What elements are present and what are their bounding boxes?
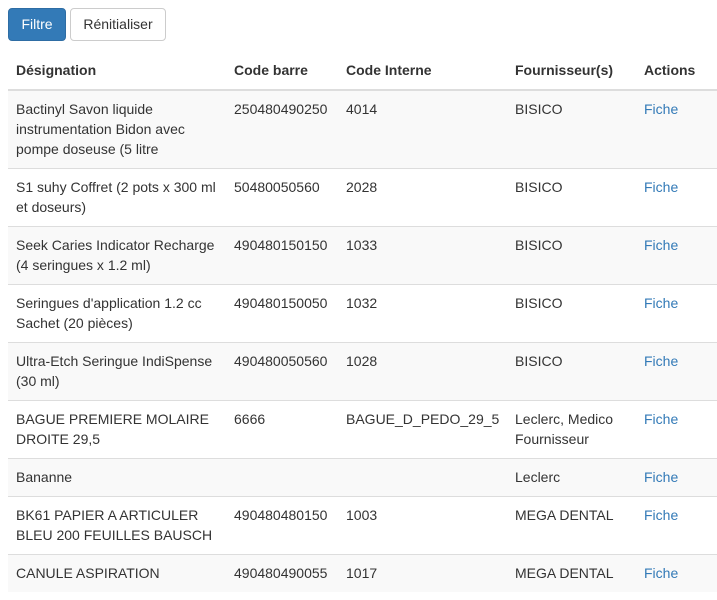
cell-internal-code: 4014: [338, 89, 507, 169]
cell-designation: Seringues d'application 1.2 cc Sachet (2…: [8, 284, 226, 343]
fiche-link[interactable]: Fiche: [644, 353, 678, 369]
cell-designation: Ultra-Etch Seringue IndiSpense (30 ml): [8, 342, 226, 401]
cell-internal-code: [338, 458, 507, 497]
cell-internal-code: 1003: [338, 496, 507, 555]
fiche-link[interactable]: Fiche: [644, 469, 678, 485]
cell-actions: Fiche: [636, 89, 717, 169]
cell-barcode: 6666: [226, 400, 338, 459]
cell-internal-code: 1033: [338, 226, 507, 285]
table-row: Seringues d'application 1.2 cc Sachet (2…: [8, 284, 717, 343]
cell-designation: Seek Caries Indicator Recharge (4 sering…: [8, 226, 226, 285]
cell-actions: Fiche: [636, 554, 717, 592]
cell-barcode: 490480480150: [226, 496, 338, 555]
fiche-link[interactable]: Fiche: [644, 295, 678, 311]
filter-button[interactable]: Filtre: [8, 8, 66, 41]
column-header-designation: Désignation: [8, 50, 226, 91]
cell-barcode: [226, 458, 338, 497]
column-header-internal-code: Code Interne: [338, 50, 507, 91]
reset-button[interactable]: Rénitialiser: [70, 8, 166, 41]
column-header-barcode: Code barre: [226, 50, 338, 91]
table-row: Ultra-Etch Seringue IndiSpense (30 ml) 4…: [8, 342, 717, 401]
cell-barcode: 50480050560: [226, 168, 338, 227]
cell-designation: Bananne: [8, 458, 226, 497]
cell-barcode: 250480490250: [226, 89, 338, 169]
table-row: CANULE ASPIRATION 490480490055 1017 MEGA…: [8, 554, 717, 592]
cell-designation: CANULE ASPIRATION: [8, 554, 226, 592]
cell-supplier: BISICO: [507, 342, 636, 401]
cell-actions: Fiche: [636, 226, 717, 285]
fiche-link[interactable]: Fiche: [644, 237, 678, 253]
cell-actions: Fiche: [636, 458, 717, 497]
cell-designation: Bactinyl Savon liquide instrumentation B…: [8, 89, 226, 169]
cell-internal-code: 1017: [338, 554, 507, 592]
cell-supplier: BISICO: [507, 89, 636, 169]
table-row: BK61 PAPIER A ARTICULER BLEU 200 FEUILLE…: [8, 496, 717, 555]
cell-supplier: BISICO: [507, 226, 636, 285]
cell-actions: Fiche: [636, 342, 717, 401]
cell-supplier: Leclerc, Medico Fournisseur: [507, 400, 636, 459]
table-row: Bactinyl Savon liquide instrumentation B…: [8, 89, 717, 169]
cell-supplier: MEGA DENTAL: [507, 496, 636, 555]
fiche-link[interactable]: Fiche: [644, 565, 678, 581]
products-table: Désignation Code barre Code Interne Four…: [8, 50, 717, 592]
cell-barcode: 490480490055: [226, 554, 338, 592]
column-header-actions: Actions: [636, 50, 717, 91]
cell-internal-code: 1028: [338, 342, 507, 401]
cell-internal-code: 1032: [338, 284, 507, 343]
cell-supplier: BISICO: [507, 284, 636, 343]
column-header-suppliers: Fournisseur(s): [507, 50, 636, 91]
cell-supplier: Leclerc: [507, 458, 636, 497]
cell-barcode: 490480150150: [226, 226, 338, 285]
table-header-row: Désignation Code barre Code Interne Four…: [8, 50, 717, 91]
cell-designation: BK61 PAPIER A ARTICULER BLEU 200 FEUILLE…: [8, 496, 226, 555]
cell-internal-code: BAGUE_D_PEDO_29_5: [338, 400, 507, 459]
fiche-link[interactable]: Fiche: [644, 507, 678, 523]
table-row: Bananne Leclerc Fiche: [8, 458, 717, 497]
fiche-link[interactable]: Fiche: [644, 411, 678, 427]
cell-designation: BAGUE PREMIERE MOLAIRE DROITE 29,5: [8, 400, 226, 459]
cell-internal-code: 2028: [338, 168, 507, 227]
table-row: Seek Caries Indicator Recharge (4 sering…: [8, 226, 717, 285]
cell-barcode: 490480050560: [226, 342, 338, 401]
cell-actions: Fiche: [636, 496, 717, 555]
filter-toolbar: Filtre Rénitialiser: [8, 8, 166, 41]
table-row: BAGUE PREMIERE MOLAIRE DROITE 29,5 6666 …: [8, 400, 717, 459]
cell-actions: Fiche: [636, 400, 717, 459]
table-row: S1 suhy Coffret (2 pots x 300 ml et dose…: [8, 168, 717, 227]
cell-actions: Fiche: [636, 168, 717, 227]
cell-designation: S1 suhy Coffret (2 pots x 300 ml et dose…: [8, 168, 226, 227]
cell-barcode: 490480150050: [226, 284, 338, 343]
fiche-link[interactable]: Fiche: [644, 179, 678, 195]
cell-actions: Fiche: [636, 284, 717, 343]
cell-supplier: MEGA DENTAL: [507, 554, 636, 592]
cell-supplier: BISICO: [507, 168, 636, 227]
fiche-link[interactable]: Fiche: [644, 101, 678, 117]
